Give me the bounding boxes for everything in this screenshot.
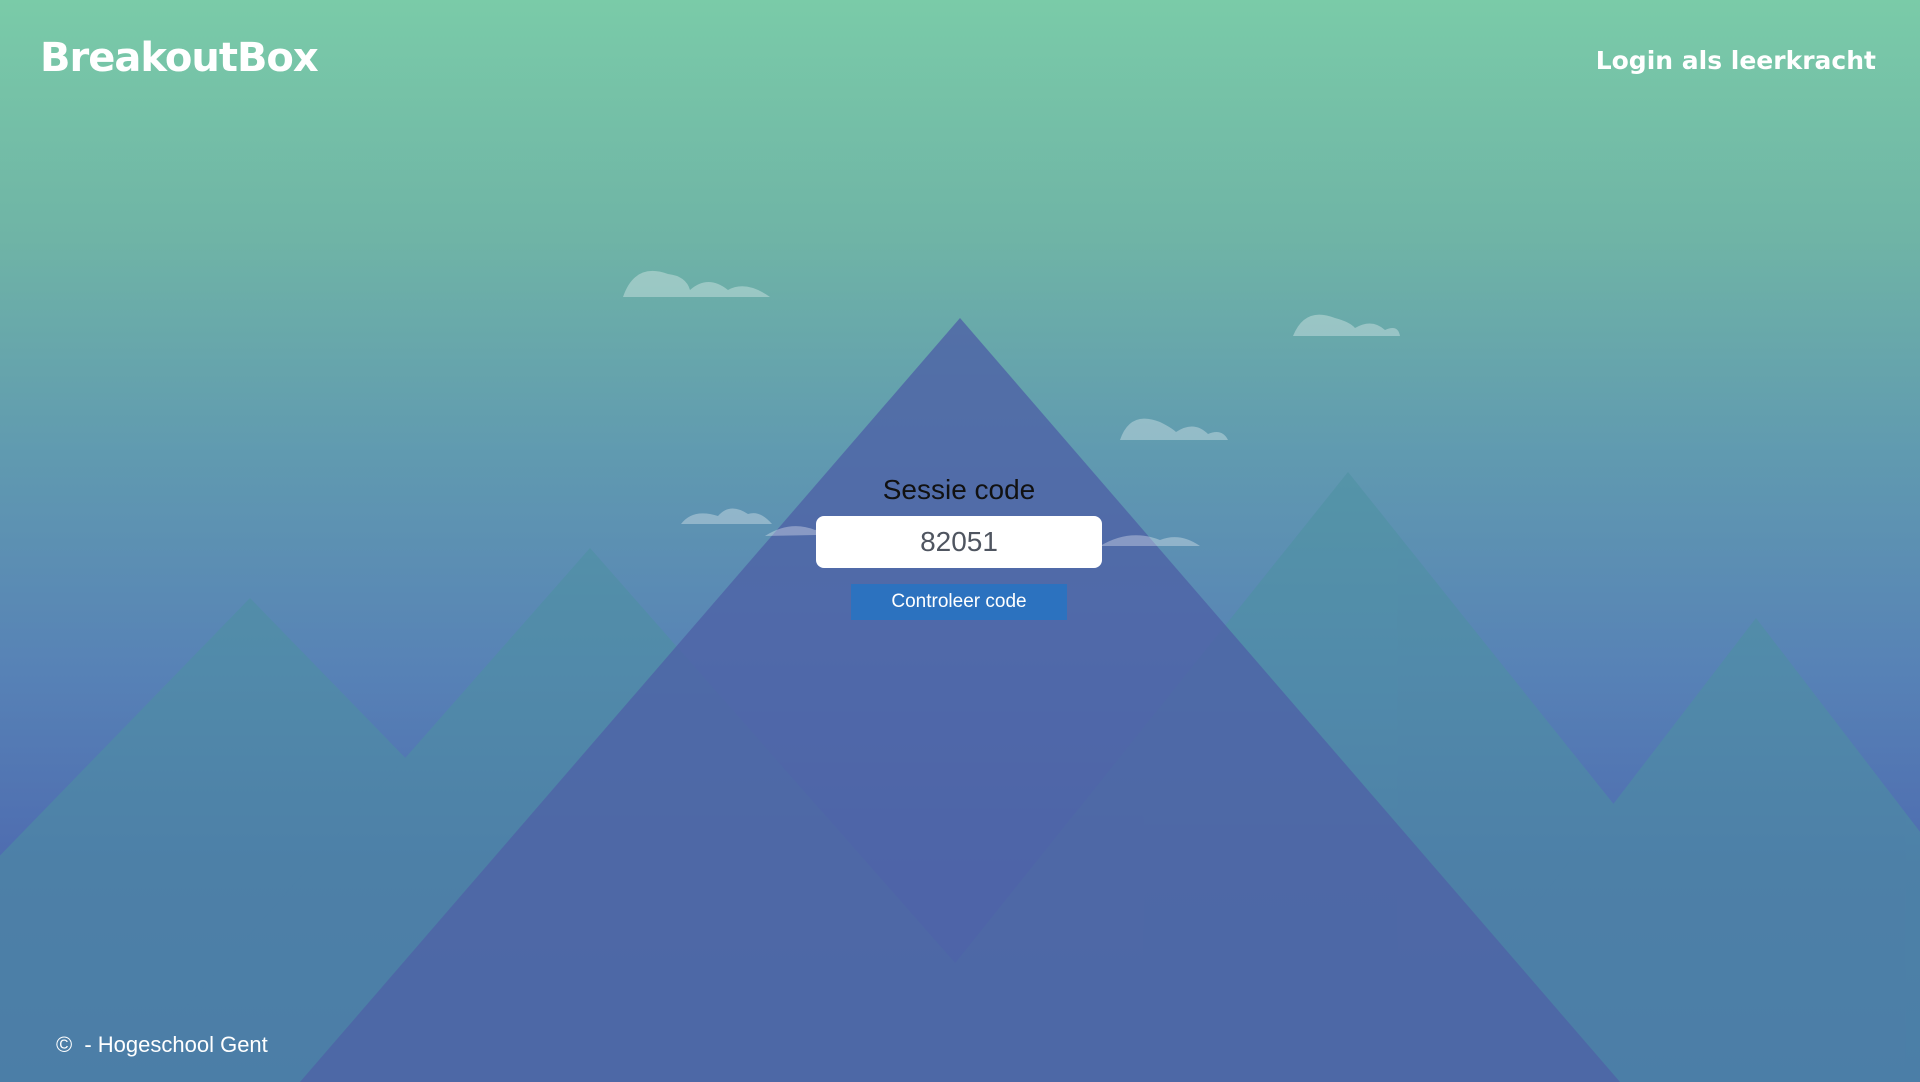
teacher-login-link[interactable]: Login als leerkracht <box>1596 44 1876 78</box>
check-code-button[interactable]: Controleer code <box>851 584 1067 620</box>
cloud-3 <box>1120 418 1228 440</box>
session-code-heading: Sessie code <box>882 474 1036 505</box>
footer-text: - Hogeschool Gent <box>84 1032 268 1057</box>
app-logo[interactable]: BreakoutBox <box>40 30 319 86</box>
copyright-icon: © <box>56 1032 73 1057</box>
cloud-1 <box>623 270 770 297</box>
session-code-input[interactable] <box>816 516 1102 568</box>
session-panel: Sessie code Controleer code <box>815 470 1103 620</box>
cloud-4 <box>681 508 772 524</box>
cloud-2 <box>1293 314 1400 336</box>
footer: © - Hogeschool Gent <box>56 1030 268 1060</box>
